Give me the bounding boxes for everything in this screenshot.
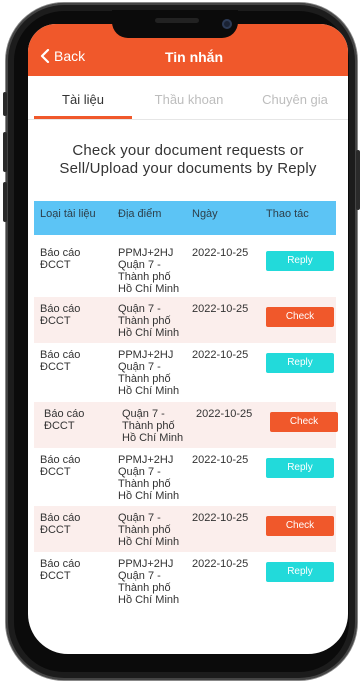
volume-up-button xyxy=(3,132,7,172)
table-row: Báo cáo ĐCCT PPMJ+2HJ Quận 7 - Thành phố … xyxy=(34,552,336,612)
cell-location: Quận 7 - Thành phố Hồ Chí Minh xyxy=(118,512,180,548)
tab-divider xyxy=(28,119,348,120)
tab-chuyen-gia[interactable]: Chuyên gia xyxy=(246,92,344,107)
reply-button[interactable]: Reply xyxy=(266,562,334,582)
power-button xyxy=(356,150,360,210)
cell-document-type: Báo cáo ĐCCT xyxy=(40,454,81,478)
tab-tai-lieu[interactable]: Tài liệu xyxy=(34,92,132,107)
cell-date: 2022-10-25 xyxy=(192,247,249,259)
cell-date: 2022-10-25 xyxy=(192,454,249,466)
page-title: Tin nhắn xyxy=(164,49,224,65)
cell-date: 2022-10-25 xyxy=(192,303,249,315)
cell-location: Quận 7 - Thành phố Hồ Chí Minh xyxy=(118,303,180,339)
table-row: Báo cáo ĐCCT Quận 7 - Thành phố Hồ Chí Mi… xyxy=(34,297,336,343)
column-header-type: Loại tài liệu xyxy=(40,208,96,220)
check-button[interactable]: Check xyxy=(270,412,338,432)
table-row: Báo cáo ĐCCT PPMJ+2HJ Quận 7 - Thành phố … xyxy=(34,343,336,399)
volume-down-button xyxy=(3,182,7,222)
cell-document-type: Báo cáo ĐCCT xyxy=(44,408,85,432)
cell-document-type: Báo cáo ĐCCT xyxy=(40,558,81,582)
cell-date: 2022-10-25 xyxy=(192,558,249,570)
table-row: Báo cáo ĐCCT PPMJ+2HJ Quận 7 - Thành phố … xyxy=(34,241,336,297)
cell-location: PPMJ+2HJ Quận 7 - Thành phố Hồ Chí Minh xyxy=(118,558,180,606)
cell-location: PPMJ+2HJ Quận 7 - Thành phố Hồ Chí Minh xyxy=(118,454,180,502)
cell-location: Quận 7 - Thành phố Hồ Chí Minh xyxy=(122,408,184,444)
cell-document-type: Báo cáo ĐCCT xyxy=(40,247,81,271)
table-row: Báo cáo ĐCCT Quận 7 - Thành phố Hồ Chí Mi… xyxy=(34,402,338,448)
table-row: Báo cáo ĐCCT PPMJ+2HJ Quận 7 - Thành phố … xyxy=(34,448,336,506)
reply-button[interactable]: Reply xyxy=(266,251,334,271)
app-screen: Back Tin nhắn Tài liệu Thầu khoan Chuyên… xyxy=(28,24,348,654)
table-row: Báo cáo ĐCCT Quận 7 - Thành phố Hồ Chí Mi… xyxy=(34,506,336,552)
cell-location: PPMJ+2HJ Quận 7 - Thành phố Hồ Chí Minh xyxy=(118,349,180,397)
intro-text: Check your document requests or Sell/Upl… xyxy=(59,142,317,177)
cell-document-type: Báo cáo ĐCCT xyxy=(40,349,81,373)
notch xyxy=(112,10,238,38)
reply-button[interactable]: Reply xyxy=(266,458,334,478)
tab-bar: Tài liệu Thầu khoan Chuyên gia xyxy=(28,84,348,120)
check-button[interactable]: Check xyxy=(266,516,334,536)
cell-document-type: Báo cáo ĐCCT xyxy=(40,303,81,327)
column-header-location: Địa điểm xyxy=(118,208,162,220)
silent-switch xyxy=(3,92,7,116)
cell-date: 2022-10-25 xyxy=(192,349,249,361)
front-camera xyxy=(222,19,232,29)
column-header-action: Thao tác xyxy=(266,208,309,220)
cell-location: PPMJ+2HJ Quận 7 - Thành phố Hồ Chí Minh xyxy=(118,247,180,295)
check-button[interactable]: Check xyxy=(266,307,334,327)
speaker-grille xyxy=(155,18,199,23)
cell-document-type: Báo cáo ĐCCT xyxy=(40,512,81,536)
cell-date: 2022-10-25 xyxy=(192,512,249,524)
tab-thau-khoan[interactable]: Thầu khoan xyxy=(140,92,238,107)
table-header: Loại tài liệu Địa điểm Ngày Thao tác xyxy=(34,201,336,235)
cell-date: 2022-10-25 xyxy=(196,408,253,420)
reply-button[interactable]: Reply xyxy=(266,353,334,373)
column-header-date: Ngày xyxy=(192,208,218,220)
